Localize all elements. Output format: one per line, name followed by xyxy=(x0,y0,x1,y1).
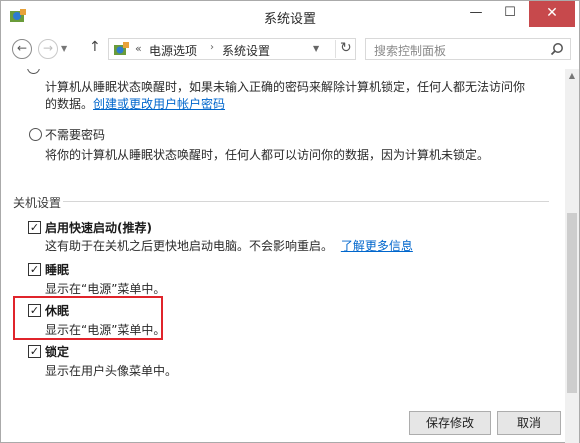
save-changes-button[interactable]: 保存修改 xyxy=(409,411,491,435)
scroll-up-icon[interactable]: ▲ xyxy=(565,69,579,83)
lock-label: 锁定 xyxy=(45,345,70,359)
refresh-button[interactable]: ↻ xyxy=(335,40,352,58)
lock-description: 显示在用户头像菜单中。 xyxy=(45,364,178,378)
vertical-scrollbar[interactable]: ▲ xyxy=(565,69,579,443)
hibernate-label: 休眠 xyxy=(45,304,70,318)
hibernate-description: 显示在“电源”菜单中。 xyxy=(45,323,166,337)
fast-startup-description: 这有助于在关机之后更快地启动电脑。不会影响重启。 了解更多信息 xyxy=(45,237,413,254)
section-divider xyxy=(63,201,549,202)
breadcrumb-system-settings[interactable]: 系统设置 xyxy=(222,42,270,59)
fast-startup-description-text: 这有助于在关机之后更快地启动电脑。不会影响重启。 xyxy=(45,239,334,253)
require-password-description: 计算机从睡眠状态唤醒时，如果未输入正确的密码来解除计算机锁定，任何人都无法访问你 xyxy=(45,80,526,94)
breadcrumb-overflow-icon[interactable]: « xyxy=(135,42,142,55)
navigation-bar: ← → ▼ ↑ « 电源选项 › 系统设置 ▼ ↻ 搜索控制面板 xyxy=(1,35,579,63)
lock-checkbox[interactable]: ✓ xyxy=(28,345,41,358)
fast-startup-checkbox[interactable]: ✓ xyxy=(28,221,41,234)
window-title: 系统设置 xyxy=(263,12,316,27)
maximize-button[interactable]: ☐ xyxy=(495,1,525,27)
forward-button[interactable]: → xyxy=(38,39,58,59)
no-password-description: 将你的计算机从睡眠状态唤醒时，任何人都可以访问你的数据，因为计算机未锁定。 xyxy=(45,148,490,162)
title-bar: 系统设置 — ☐ ✕ xyxy=(1,1,579,31)
shutdown-settings-heading: 关机设置 xyxy=(13,196,62,210)
require-password-description-end: 的数据。 xyxy=(45,97,94,111)
search-placeholder: 搜索控制面板 xyxy=(374,44,447,58)
no-password-radio[interactable] xyxy=(29,128,42,141)
system-settings-window: 系统设置 — ☐ ✕ ← → ▼ ↑ « 电源选项 › 系统设置 ▼ ↻ 搜索控… xyxy=(0,0,580,443)
back-button[interactable]: ← xyxy=(12,39,32,59)
hibernate-checkbox[interactable]: ✓ xyxy=(28,304,41,317)
breadcrumb-power-options[interactable]: 电源选项 xyxy=(149,42,197,59)
settings-content: 计算机从睡眠状态唤醒时，如果未输入正确的密码来解除计算机锁定，任何人都无法访问你… xyxy=(1,69,565,443)
learn-more-link[interactable]: 了解更多信息 xyxy=(341,239,413,253)
cancel-button[interactable]: 取消 xyxy=(497,411,561,435)
sleep-checkbox[interactable]: ✓ xyxy=(28,263,41,276)
create-password-link[interactable]: 创建或更改用户帐户密码 xyxy=(93,97,225,111)
sleep-label: 睡眠 xyxy=(45,263,70,277)
search-input[interactable]: 搜索控制面板 xyxy=(365,38,571,60)
search-icon[interactable] xyxy=(550,42,564,56)
sleep-description: 显示在“电源”菜单中。 xyxy=(45,282,166,296)
address-dropdown-icon[interactable]: ▼ xyxy=(313,44,319,53)
scrollbar-thumb[interactable] xyxy=(567,213,577,393)
fast-startup-label: 启用快速启动(推荐) xyxy=(45,221,152,235)
minimize-button[interactable]: — xyxy=(461,1,491,27)
address-bar[interactable]: « 电源选项 › 系统设置 ▼ ↻ xyxy=(108,38,356,60)
up-button[interactable]: ↑ xyxy=(89,39,101,55)
no-password-label: 不需要密码 xyxy=(45,128,106,142)
require-password-description-cont: 的数据。创建或更改用户帐户密码 xyxy=(45,95,225,112)
control-panel-icon xyxy=(114,42,129,55)
require-password-radio[interactable] xyxy=(27,69,40,74)
breadcrumb-separator-icon[interactable]: › xyxy=(210,42,214,53)
recent-locations-dropdown-icon[interactable]: ▼ xyxy=(61,44,67,53)
close-button[interactable]: ✕ xyxy=(529,1,575,27)
